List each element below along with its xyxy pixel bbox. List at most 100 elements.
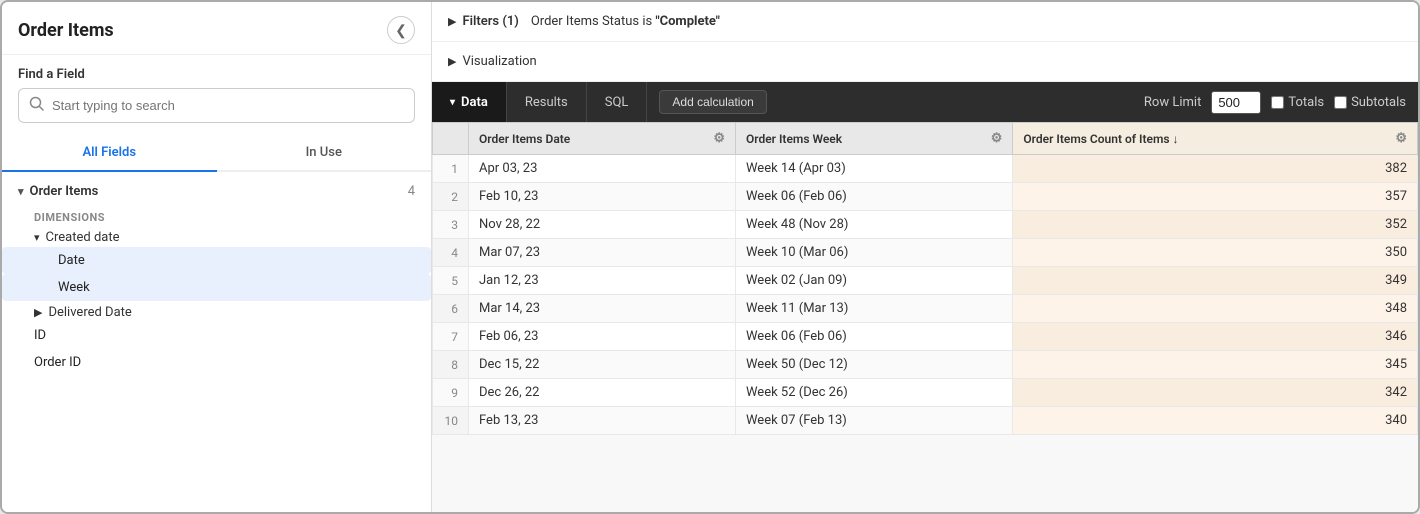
th-week[interactable]: Order Items Week ⚙: [735, 123, 1012, 155]
th-date-label: Order Items Date: [479, 132, 570, 146]
cell-row-num: 3: [433, 211, 469, 239]
th-date-gear-icon[interactable]: ⚙: [713, 131, 725, 146]
tab-in-use[interactable]: In Use: [217, 135, 432, 170]
data-tab-label: Data: [461, 95, 488, 110]
table-row: 6 Mar 14, 23 Week 11 (Mar 13) 348: [433, 295, 1418, 323]
tab-sql[interactable]: SQL: [587, 82, 648, 122]
cell-week: Week 50 (Dec 12): [735, 351, 1012, 379]
cell-week: Week 07 (Feb 13): [735, 407, 1012, 435]
add-calculation-button[interactable]: Add calculation: [659, 90, 766, 114]
group-order-items[interactable]: ▾ Order Items 4: [2, 176, 431, 207]
filters-label: Filters (1): [462, 14, 518, 29]
totals-checkbox[interactable]: [1271, 96, 1284, 109]
delivered-date-arrow-icon: ▶: [34, 306, 42, 319]
dimensions-label: DIMENSIONS: [2, 207, 431, 226]
cell-week: Week 14 (Apr 03): [735, 155, 1012, 183]
vis-label: Visualization: [462, 54, 536, 69]
cell-count: 349: [1013, 267, 1418, 295]
table-row: 9 Dec 26, 22 Week 52 (Dec 26) 342: [433, 379, 1418, 407]
collapse-icon: ❮: [395, 22, 407, 39]
field-week[interactable]: Week: [2, 274, 431, 301]
field-order-id[interactable]: Order ID: [2, 349, 431, 376]
table-row: 4 Mar 07, 23 Week 10 (Mar 06) 350: [433, 239, 1418, 267]
filter-bar: ▶ Filters (1) Order Items Status is "Com…: [432, 2, 1418, 42]
cell-week: Week 06 (Feb 06): [735, 323, 1012, 351]
table-body: 1 Apr 03, 23 Week 14 (Apr 03) 382 2 Feb …: [433, 155, 1418, 435]
tab-results[interactable]: Results: [507, 82, 587, 122]
cell-row-num: 9: [433, 379, 469, 407]
cell-date: Jan 12, 23: [469, 267, 736, 295]
cell-week: Week 11 (Mar 13): [735, 295, 1012, 323]
table-row: 3 Nov 28, 22 Week 48 (Nov 28) 352: [433, 211, 1418, 239]
subtotals-checkbox-label[interactable]: Subtotals: [1334, 95, 1406, 110]
cell-date: Feb 13, 23: [469, 407, 736, 435]
filters-arrow-icon: ▶: [448, 15, 456, 28]
cell-row-num: 5: [433, 267, 469, 295]
search-icon: [29, 96, 44, 115]
totals-checkbox-label[interactable]: Totals: [1271, 95, 1324, 110]
cell-week: Week 10 (Mar 06): [735, 239, 1012, 267]
totals-label: Totals: [1288, 95, 1324, 110]
data-tab-arrow-icon: ▾: [450, 97, 455, 108]
search-input[interactable]: [52, 98, 404, 113]
filter-description: Order Items Status is "Complete": [531, 14, 720, 29]
collapse-sidebar-button[interactable]: ❮: [387, 16, 415, 44]
th-week-gear-icon[interactable]: ⚙: [991, 131, 1003, 146]
field-list: ▾ Order Items 4 DIMENSIONS ▾ Created dat…: [2, 172, 431, 512]
cell-week: Week 06 (Feb 06): [735, 183, 1012, 211]
cell-count: 382: [1013, 155, 1418, 183]
cell-date: Feb 06, 23: [469, 323, 736, 351]
cell-date: Mar 07, 23: [469, 239, 736, 267]
tabs-row: All Fields In Use: [2, 135, 431, 172]
created-date-group[interactable]: ▾ Created date: [2, 226, 431, 247]
sql-tab-label: SQL: [605, 95, 629, 110]
table-row: 8 Dec 15, 22 Week 50 (Dec 12) 345: [433, 351, 1418, 379]
cell-week: Week 52 (Dec 26): [735, 379, 1012, 407]
cell-date: Apr 03, 23: [469, 155, 736, 183]
cell-row-num: 4: [433, 239, 469, 267]
subtotals-checkbox[interactable]: [1334, 96, 1347, 109]
cell-row-num: 2: [433, 183, 469, 211]
created-date-label: Created date: [46, 230, 120, 245]
th-count-gear-icon[interactable]: ⚙: [1395, 131, 1407, 146]
cell-count: 346: [1013, 323, 1418, 351]
tab-data[interactable]: ▾ Data: [432, 82, 507, 122]
group-arrow-icon: ▾: [18, 185, 24, 198]
app-container: Order Items ❮ Find a Field All Fields In…: [0, 0, 1420, 514]
filters-toggle[interactable]: ▶ Filters (1): [448, 14, 519, 29]
delivered-date-label: Delivered Date: [48, 305, 131, 320]
cell-row-num: 7: [433, 323, 469, 351]
cell-week: Week 48 (Nov 28): [735, 211, 1012, 239]
table-row: 7 Feb 06, 23 Week 06 (Feb 06) 346: [433, 323, 1418, 351]
cell-count: 357: [1013, 183, 1418, 211]
cell-date: Dec 26, 22: [469, 379, 736, 407]
cell-row-num: 8: [433, 351, 469, 379]
table-header-row: Order Items Date ⚙ Order Items Week ⚙: [433, 123, 1418, 155]
th-row-num: [433, 123, 469, 155]
data-table-wrapper: Order Items Date ⚙ Order Items Week ⚙: [432, 122, 1418, 512]
delivered-date-group[interactable]: ▶ Delivered Date: [2, 301, 431, 322]
cell-count: 348: [1013, 295, 1418, 323]
th-count-label: Order Items Count of Items ↓: [1023, 132, 1178, 146]
cell-count: 352: [1013, 211, 1418, 239]
field-date[interactable]: Date: [2, 247, 431, 274]
cell-count: 350: [1013, 239, 1418, 267]
cell-date: Dec 15, 22: [469, 351, 736, 379]
field-id[interactable]: ID: [2, 322, 431, 349]
visualization-bar[interactable]: ▶ Visualization: [432, 42, 1418, 82]
th-count[interactable]: Order Items Count of Items ↓ ⚙: [1013, 123, 1418, 155]
vis-arrow-icon: ▶: [448, 55, 456, 68]
tab-all-fields[interactable]: All Fields: [2, 135, 217, 172]
sidebar: Order Items ❮ Find a Field All Fields In…: [2, 2, 432, 512]
results-tab-label: Results: [525, 95, 568, 110]
th-date[interactable]: Order Items Date ⚙: [469, 123, 736, 155]
created-date-arrow-icon: ▾: [34, 231, 40, 244]
row-limit-input[interactable]: [1211, 91, 1261, 114]
sidebar-title: Order Items: [18, 20, 114, 41]
cell-week: Week 02 (Jan 09): [735, 267, 1012, 295]
cell-count: 340: [1013, 407, 1418, 435]
cell-count: 342: [1013, 379, 1418, 407]
sidebar-header: Order Items ❮: [2, 2, 431, 55]
group-count: 4: [408, 184, 415, 199]
find-field-label: Find a Field: [2, 55, 431, 88]
